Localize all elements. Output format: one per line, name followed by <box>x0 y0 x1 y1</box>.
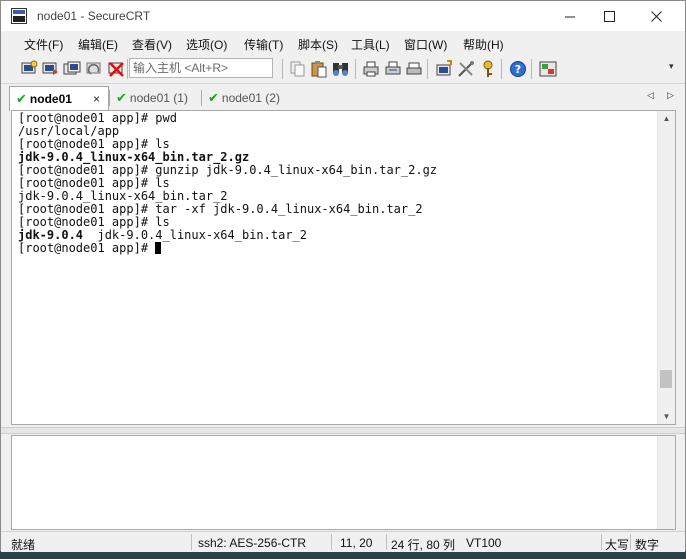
menu-edit[interactable]: 编辑(E) <box>78 36 118 53</box>
status-cipher: ssh2: AES-256-CTR <box>198 536 307 550</box>
tab-close-icon[interactable]: × <box>93 92 100 106</box>
status-separator <box>601 534 602 550</box>
toolbar-separator <box>282 59 283 79</box>
find-icon[interactable] <box>332 60 350 78</box>
toolbar-separator <box>427 59 428 79</box>
copy-icon[interactable] <box>289 60 307 78</box>
status-separator <box>191 534 192 550</box>
help-icon[interactable]: ? <box>509 60 527 78</box>
terminal-line-text: [root@node01 app]# ls <box>18 137 170 151</box>
connected-check-icon: ✔ <box>208 90 219 105</box>
scroll-up-icon[interactable]: ▲ <box>658 111 675 126</box>
tab-scroll-right-icon[interactable]: ▷ <box>667 90 674 101</box>
menu-tools[interactable]: 工具(L) <box>351 36 390 53</box>
maximize-icon <box>603 10 615 22</box>
menu-file[interactable]: 文件(F) <box>24 36 63 53</box>
print-screen-icon[interactable] <box>405 60 423 78</box>
menu-help[interactable]: 帮助(H) <box>463 36 504 53</box>
title-bar[interactable]: node01 - SecureCRT <box>1 1 685 31</box>
toolbar-separator <box>531 59 532 79</box>
terminal-line: [root@node01 app]# <box>18 242 437 255</box>
svg-text:?: ? <box>515 63 521 76</box>
scrollbar-thumb[interactable] <box>660 369 672 388</box>
connect-icon[interactable] <box>20 60 38 78</box>
status-bar: 就绪 ssh2: AES-256-CTR 11, 20 24 行, 80 列 V… <box>1 531 685 552</box>
terminal-line-text: [root@node01 app]# pwd <box>18 111 177 125</box>
status-cursor-position: 11, 20 <box>340 536 373 550</box>
terminal-line-text: jdk-9.0.4_linux-x64_bin.tar_2 <box>18 189 228 203</box>
menu-script[interactable]: 脚本(S) <box>298 36 338 53</box>
menu-view[interactable]: 查看(V) <box>132 36 172 53</box>
toolbar-separator <box>355 59 356 79</box>
terminal-output: [root@node01 app]# pwd/usr/local/app [roo… <box>18 112 437 255</box>
scroll-down-icon[interactable]: ▼ <box>658 409 675 424</box>
terminal-line-text: /usr/local/app <box>18 124 120 138</box>
tab-label: node01 (1) <box>129 91 188 105</box>
tab-node01-1[interactable]: ✔ node01 (1) <box>110 86 198 110</box>
status-terminal-type: VT100 <box>466 536 502 550</box>
terminal-line-text: jdk-9.0.4_linux-x64_bin.tar_2.gz <box>18 150 250 164</box>
terminal-line-text: [root@node01 app]# ls <box>18 176 170 190</box>
disconnect-icon[interactable] <box>107 60 125 78</box>
tab-scroll-left-icon[interactable]: ◁ <box>647 90 654 101</box>
status-ready: 就绪 <box>11 538 36 552</box>
command-window-scrollbar[interactable] <box>657 436 675 529</box>
tab-label: node01 <box>29 92 72 106</box>
menu-options[interactable]: 选项(O) <box>186 36 227 53</box>
securecrt-window: node01 - SecureCRT 文件(F) 编辑(E) 查看(V) 选项(… <box>0 0 686 552</box>
close-icon <box>650 10 662 22</box>
keymap-icon[interactable] <box>479 60 497 78</box>
toolbar-separator <box>501 59 502 79</box>
tab-node01-2[interactable]: ✔ node01 (2) <box>202 86 294 110</box>
status-caps-lock: 大写 <box>605 538 630 552</box>
quick-connect-icon[interactable] <box>41 60 59 78</box>
menu-window[interactable]: 窗口(W) <box>404 36 447 53</box>
terminal-screen[interactable]: [root@node01 app]# pwd/usr/local/app [roo… <box>11 110 676 425</box>
terminal-line-text: [root@node01 app]# <box>18 241 156 255</box>
terminal-line-text: [root@node01 app]# gunzip jdk-9.0.4_linu… <box>18 163 438 177</box>
print-setup-icon[interactable] <box>384 60 402 78</box>
pane-splitter[interactable] <box>1 427 685 434</box>
session-options-icon[interactable] <box>435 60 453 78</box>
terminal-line-text: [root@node01 app]# ls <box>18 215 170 229</box>
paste-icon[interactable] <box>310 60 328 78</box>
connected-check-icon: ✔ <box>16 91 27 106</box>
toolbar-overflow-icon[interactable]: ▾ <box>669 61 674 72</box>
tab-label: node01 (2) <box>221 91 280 105</box>
global-options-icon[interactable] <box>457 60 475 78</box>
menu-bar: 文件(F) 编辑(E) 查看(V) 选项(O) 传输(T) 脚本(S) 工具(L… <box>1 31 685 55</box>
host-input[interactable] <box>129 58 273 78</box>
status-separator <box>386 534 387 550</box>
reconnect-icon[interactable] <box>85 60 103 78</box>
maximize-button[interactable] <box>586 1 632 31</box>
terminal-cursor <box>155 242 162 254</box>
terminal-scrollbar[interactable]: ▲ ▼ <box>657 111 675 424</box>
terminal-line-text: jdk-9.0.4 <box>18 228 84 242</box>
print-icon[interactable] <box>362 60 380 78</box>
securecrt-app-icon <box>11 8 27 24</box>
toolbar-separator <box>127 59 128 79</box>
close-button[interactable] <box>633 1 679 31</box>
minimize-icon <box>564 16 575 17</box>
terminal-line-text: jdk-9.0.4_linux-x64_bin.tar_2 <box>83 228 307 242</box>
sftp-icon[interactable] <box>539 60 557 78</box>
session-tab-bar: ✔ node01 × ✔ node01 (1) ✔ node01 (2) ◁ ▷ <box>1 84 685 111</box>
status-separator <box>331 534 332 550</box>
tab-node01[interactable]: ✔ node01 × <box>9 86 109 111</box>
connected-check-icon: ✔ <box>116 90 127 105</box>
window-title: node01 - SecureCRT <box>37 9 151 23</box>
command-window[interactable] <box>11 435 676 530</box>
status-terminal-size: 24 行, 80 列 <box>391 538 456 552</box>
menu-transfer[interactable]: 传输(T) <box>244 36 283 53</box>
terminal-line-text: [root@node01 app]# tar -xf jdk-9.0.4_lin… <box>18 202 423 216</box>
status-num-lock: 数字 <box>635 538 660 552</box>
status-separator <box>630 534 631 550</box>
connect-tab-icon[interactable] <box>63 60 81 78</box>
